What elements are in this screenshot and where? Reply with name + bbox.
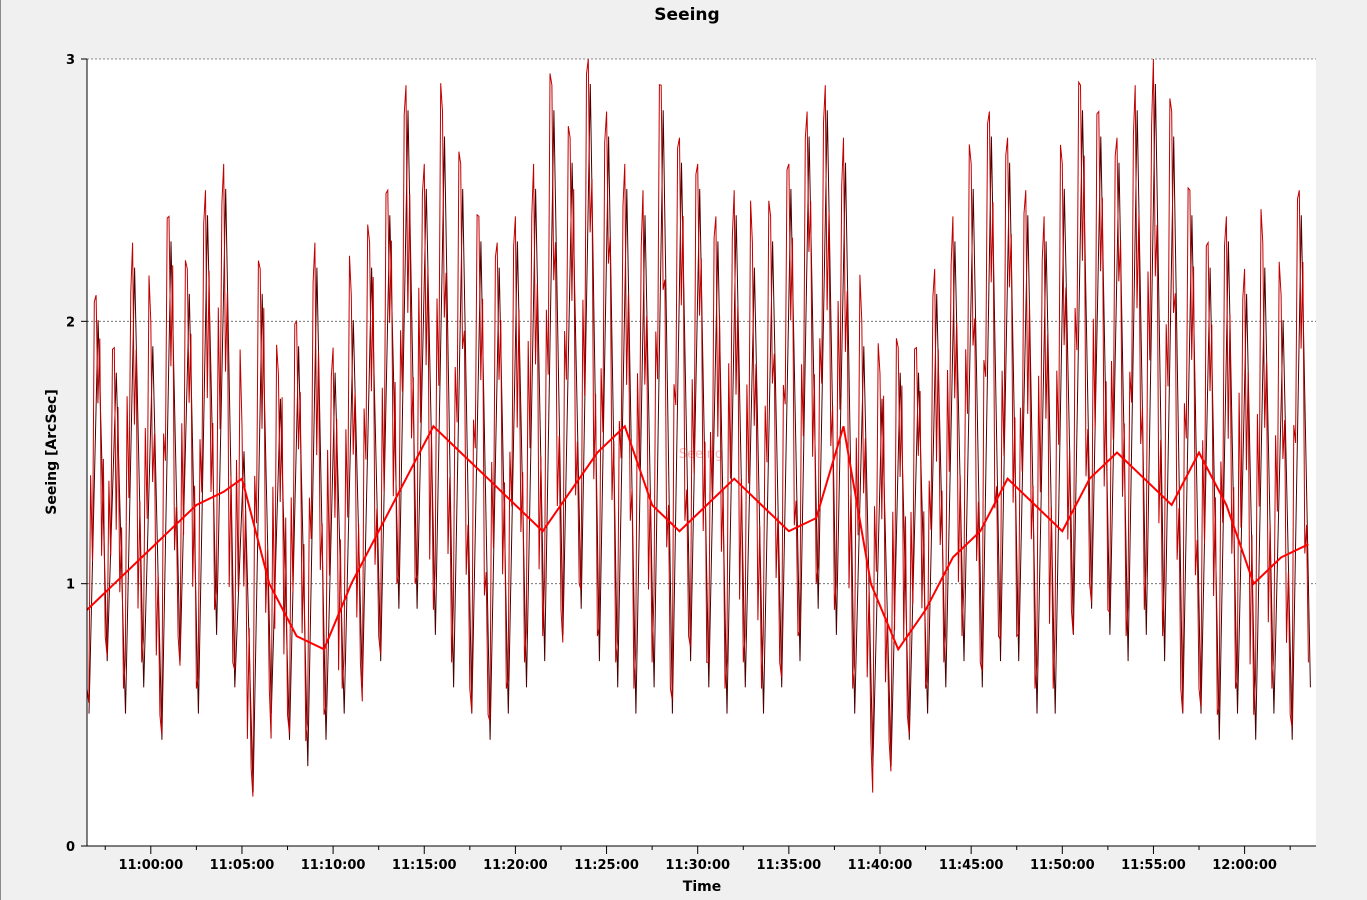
chart-title: Seeing — [654, 5, 719, 25]
y-axis-title: Seeing [ArcSec] — [44, 389, 60, 514]
x-tick-label: 11:15:00 — [392, 858, 457, 873]
x-tick-label: 11:00:00 — [118, 858, 183, 873]
y-tick-label: 2 — [66, 315, 75, 330]
x-tick-label: 11:05:00 — [210, 858, 275, 873]
watermark-label: Seeing — [679, 447, 723, 462]
x-axis-ticks: 11:00:00 11:05:00 11:10:00 11:15:00 11:20:00… — [104, 846, 1291, 873]
x-tick-label: 11:30:00 — [665, 858, 730, 873]
x-tick-label: 12:00:00 — [1212, 858, 1277, 873]
chart-window: Seeing Seeing 0 1 2 3 11:00:00 11:05:00 11:10… — [0, 0, 1367, 900]
y-tick-label: 0 — [66, 840, 75, 855]
x-tick-label: 11:55:00 — [1121, 858, 1186, 873]
x-tick-label: 11:10:00 — [301, 858, 366, 873]
y-axis-ticks: 0 1 2 3 — [66, 53, 87, 855]
x-tick-label: 11:25:00 — [574, 858, 639, 873]
y-tick-label: 3 — [66, 53, 75, 68]
y-tick-label: 1 — [66, 578, 75, 593]
x-tick-label: 11:35:00 — [757, 858, 822, 873]
x-tick-label: 11:45:00 — [939, 858, 1004, 873]
x-axis-title: Time — [683, 879, 721, 895]
x-tick-label: 11:40:00 — [848, 858, 913, 873]
seeing-chart: Seeing Seeing 0 1 2 3 11:00:00 11:05:00 11:10… — [44, 5, 1316, 895]
x-tick-label: 11:20:00 — [483, 858, 548, 873]
x-tick-label: 11:50:00 — [1030, 858, 1095, 873]
